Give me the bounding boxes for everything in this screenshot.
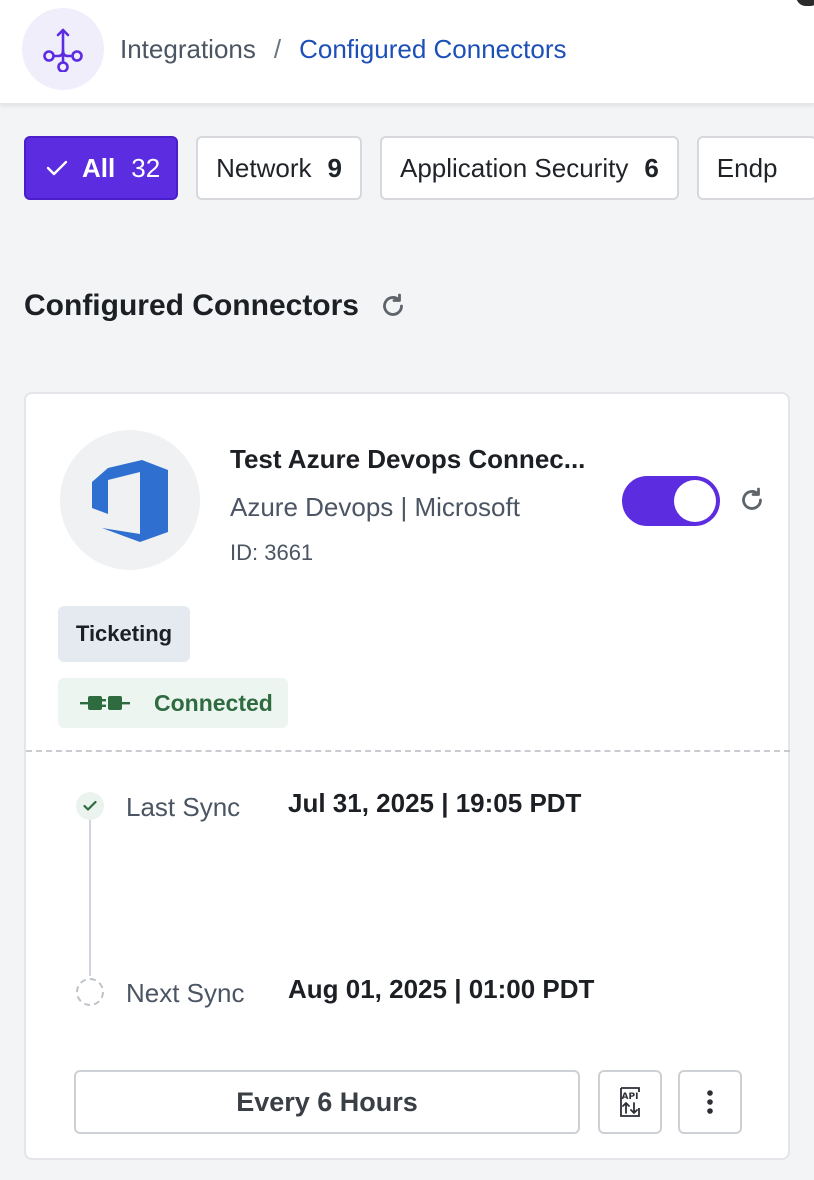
filter-chip-count: 9 [327, 152, 342, 183]
pending-dot-icon [76, 978, 104, 1006]
section-title: Configured Connectors [24, 289, 359, 322]
sync-timeline-line [89, 816, 91, 976]
filter-chip-application-security[interactable]: Application Security 6 [379, 136, 679, 200]
toggle-knob [674, 480, 716, 522]
filter-chip-label: All [82, 152, 116, 183]
more-vertical-icon [706, 1089, 714, 1115]
filter-chip-endpoint[interactable]: Endp [696, 136, 814, 200]
filter-chip-count: 32 [131, 152, 161, 183]
next-sync-label: Next Sync [126, 978, 245, 1008]
filter-chip-all[interactable]: All 32 [24, 136, 179, 200]
check-icon [46, 159, 68, 177]
check-icon [76, 792, 104, 820]
breadcrumb-configured-connectors[interactable]: Configured Connectors [299, 34, 566, 65]
azure-devops-icon [60, 430, 200, 570]
breadcrumb: Integrations / Configured Connectors [120, 30, 567, 68]
filter-chip-label: Application Security [399, 152, 629, 183]
status-badge: Connected [58, 678, 288, 728]
corner-avatar [796, 0, 814, 6]
card-divider [26, 750, 790, 752]
connector-id: ID: 3661 [230, 540, 314, 565]
connector-enabled-toggle[interactable] [622, 476, 720, 526]
category-filters: All 32 Network 9 Application Security 6 … [24, 136, 814, 200]
more-options-button[interactable] [678, 1070, 742, 1134]
category-tag: Ticketing [58, 606, 190, 662]
connector-card: Test Azure Devops Connec... Azure Devops… [24, 392, 790, 1160]
breadcrumb-integrations[interactable]: Integrations [120, 34, 256, 65]
last-sync-value: Jul 31, 2025 | 19:05 PDT [288, 788, 582, 818]
api-button[interactable]: API [598, 1070, 662, 1134]
filter-chip-label: Network [216, 152, 312, 183]
plug-icon [80, 693, 130, 713]
status-text: Connected [154, 689, 273, 716]
filter-chip-label: Endp [716, 152, 778, 183]
api-icon: API [615, 1086, 645, 1118]
connector-name[interactable]: Test Azure Devops Connec... [230, 444, 585, 475]
refresh-icon[interactable] [738, 486, 766, 514]
sync-frequency-button[interactable]: Every 6 Hours [74, 1070, 580, 1134]
last-sync-label: Last Sync [126, 792, 241, 822]
connector-vendor: Azure Devops | Microsoft [230, 492, 520, 522]
next-sync-value: Aug 01, 2025 | 01:00 PDT [288, 974, 595, 1004]
section-header: Configured Connectors [24, 286, 407, 326]
top-header: Integrations / Configured Connectors [0, 0, 814, 104]
breadcrumb-separator: / [273, 33, 282, 64]
integration-hub-icon[interactable] [22, 8, 104, 90]
filter-chip-count: 6 [644, 152, 659, 183]
filter-chip-network[interactable]: Network 9 [196, 136, 362, 200]
svg-text:API: API [622, 1092, 639, 1102]
refresh-icon[interactable] [379, 292, 407, 320]
